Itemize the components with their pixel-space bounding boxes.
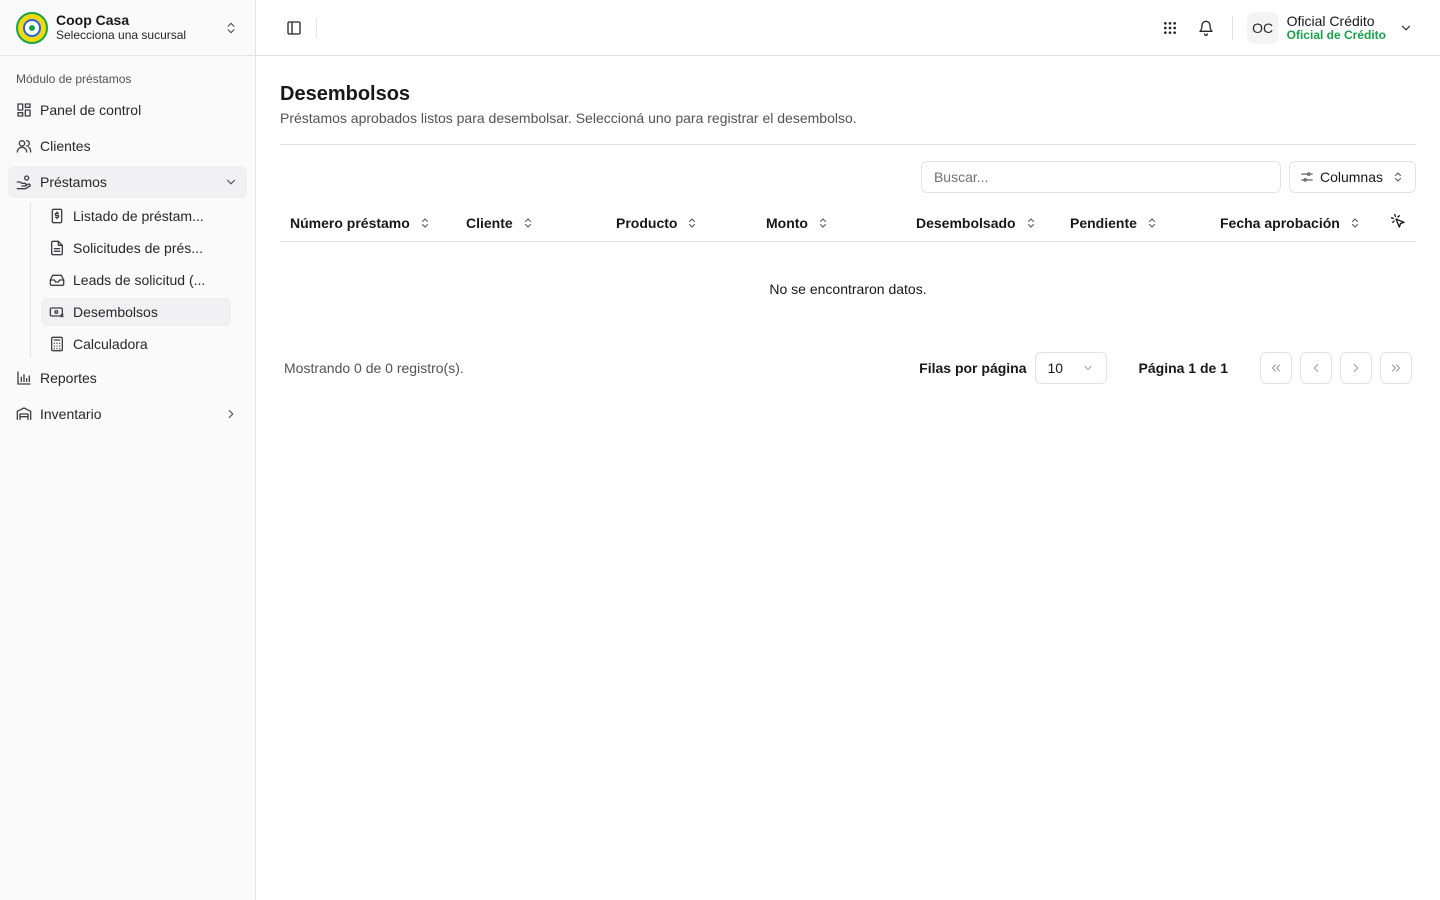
table-toolbar: Columnas	[280, 161, 1416, 193]
avatar: OC	[1246, 11, 1279, 44]
sidebar-item-label: Préstamos	[40, 174, 107, 190]
chevron-left-icon	[1313, 363, 1319, 372]
column-header-numero-prestamo[interactable]: Número préstamo	[290, 215, 432, 231]
bar-chart-icon	[16, 370, 32, 386]
main-area: OC Oficial Crédito Oficial de Crédito De…	[256, 0, 1440, 900]
chevrons-left-icon	[1271, 364, 1281, 371]
banknote-icon	[49, 304, 65, 320]
sidebar-item-solicitudes[interactable]: Solicitudes de prés...	[41, 234, 231, 262]
table-header-row: Número préstamo Cliente Producto Monto D…	[280, 205, 1416, 242]
sort-icon	[816, 216, 830, 230]
sliders-icon	[1300, 170, 1314, 184]
sort-icon	[1348, 216, 1362, 230]
chevron-down-icon	[1082, 362, 1094, 374]
search-input[interactable]	[920, 161, 1281, 193]
column-header-monto[interactable]: Monto	[766, 215, 830, 231]
sidebar-item-label: Reportes	[40, 370, 97, 386]
sidebar-item-label: Panel de control	[40, 102, 142, 118]
page-title: Desembolsos	[280, 83, 411, 105]
page-content: Desembolsos Préstamos aprobados listos p…	[256, 56, 1440, 384]
rows-per-page-select[interactable]: 10	[1034, 351, 1107, 384]
org-switcher[interactable]: Coop Casa Selecciona una sucursal	[0, 0, 255, 56]
nav-group-label: Módulo de préstamos	[16, 72, 132, 86]
rows-per-page-value: 10	[1047, 359, 1064, 376]
sort-icon	[1024, 216, 1038, 230]
users-icon	[16, 138, 32, 154]
column-header-cliente[interactable]: Cliente	[466, 215, 535, 231]
columns-button-label: Columnas	[1319, 169, 1383, 185]
divider	[1231, 15, 1233, 40]
sidebar-item-leads[interactable]: Leads de solicitud (...	[41, 266, 231, 294]
inbox-icon	[49, 272, 65, 288]
coop-logo	[16, 11, 48, 44]
chevrons-up-down-icon[interactable]	[221, 18, 241, 38]
disbursements-table: Número préstamo Cliente Producto Monto D…	[280, 205, 1416, 338]
branch-prompt: Selecciona una sucursal	[56, 28, 187, 43]
column-header-pendiente[interactable]: Pendiente	[1070, 215, 1159, 231]
sort-icon	[1145, 216, 1159, 230]
chevron-right-icon	[1353, 363, 1359, 372]
previous-page-button[interactable]	[1300, 351, 1332, 384]
chevrons-right-icon	[1391, 364, 1401, 371]
app-root: Coop Casa Selecciona una sucursal Módulo…	[0, 0, 1440, 900]
sidebar-item-label: Solicitudes de prés...	[73, 240, 203, 256]
sidebar-item-label: Inventario	[40, 406, 102, 422]
sidebar-item-label: Calculadora	[73, 336, 148, 352]
empty-message: No se encontraron datos.	[769, 281, 927, 297]
sidebar-item-label: Desembolsos	[73, 304, 158, 320]
page-indicator: Página 1 de 1	[1138, 359, 1228, 376]
next-page-button[interactable]	[1340, 351, 1372, 384]
user-name: Oficial Crédito	[1286, 12, 1375, 29]
sidebar-item-inventario[interactable]: Inventario	[8, 398, 247, 430]
last-page-button[interactable]	[1380, 351, 1412, 384]
apps-grid-icon[interactable]	[1154, 12, 1186, 44]
sort-icon	[685, 216, 699, 230]
chevron-down-icon[interactable]	[1396, 18, 1416, 38]
sidebar: Coop Casa Selecciona una sucursal Módulo…	[0, 0, 256, 900]
sidebar-item-panel-de-control[interactable]: Panel de control	[8, 94, 247, 126]
sidebar-item-calculadora[interactable]: Calculadora	[41, 330, 231, 358]
org-name: Coop Casa	[56, 12, 130, 29]
topbar: OC Oficial Crédito Oficial de Crédito	[256, 0, 1440, 56]
page-description: Préstamos aprobados listos para desembol…	[280, 110, 857, 126]
receipt-dollar-icon	[49, 208, 65, 224]
divider	[316, 17, 317, 38]
column-header-desembolsado[interactable]: Desembolsado	[916, 215, 1038, 231]
empty-row: No se encontraron datos.	[280, 241, 1416, 337]
first-page-button[interactable]	[1260, 351, 1292, 384]
bell-icon[interactable]	[1190, 12, 1222, 44]
dashboard-grid-icon	[16, 102, 32, 118]
columns-button[interactable]: Columnas	[1288, 161, 1416, 193]
sidebar-item-reportes[interactable]: Reportes	[8, 362, 247, 394]
pagination-bar: Mostrando 0 de 0 registro(s). Filas por …	[280, 351, 1416, 384]
chevron-right-icon	[223, 406, 239, 422]
sidebar-item-desembolsos[interactable]: Desembolsos	[41, 298, 231, 326]
sidebar-item-clientes[interactable]: Clientes	[8, 130, 247, 162]
sidebar-item-prestamos[interactable]: Préstamos	[8, 166, 247, 198]
chevron-down-icon	[223, 174, 239, 190]
sidebar-item-label: Listado de préstam...	[73, 208, 204, 224]
chevrons-up-down-icon	[1391, 170, 1405, 184]
divider	[280, 144, 1416, 145]
hand-coins-icon	[16, 174, 32, 190]
sidebar-item-label: Clientes	[40, 138, 91, 154]
calculator-icon	[49, 336, 65, 352]
sidebar-nav: Módulo de préstamos Panel de control Cli…	[0, 56, 255, 448]
column-header-fecha-aprobacion[interactable]: Fecha aprobación	[1220, 215, 1362, 231]
document-icon	[49, 240, 65, 256]
warehouse-icon	[16, 406, 32, 422]
record-count: Mostrando 0 de 0 registro(s).	[284, 359, 464, 376]
sort-icon	[418, 216, 432, 230]
rows-per-page-label: Filas por página	[919, 359, 1027, 376]
column-header-producto[interactable]: Producto	[616, 215, 699, 231]
sidebar-item-label: Leads de solicitud (...	[73, 272, 206, 288]
prestamos-submenu: Listado de préstam... Solicitudes de pré…	[30, 202, 247, 358]
sidebar-item-listado-prestamos[interactable]: Listado de préstam...	[41, 202, 231, 230]
user-role: Oficial de Crédito	[1286, 27, 1386, 42]
user-menu[interactable]: OC Oficial Crédito Oficial de Crédito	[1246, 11, 1416, 44]
sort-icon	[521, 216, 535, 230]
column-visibility-icon[interactable]	[1390, 213, 1406, 229]
sidebar-toggle-icon[interactable]	[280, 14, 308, 42]
